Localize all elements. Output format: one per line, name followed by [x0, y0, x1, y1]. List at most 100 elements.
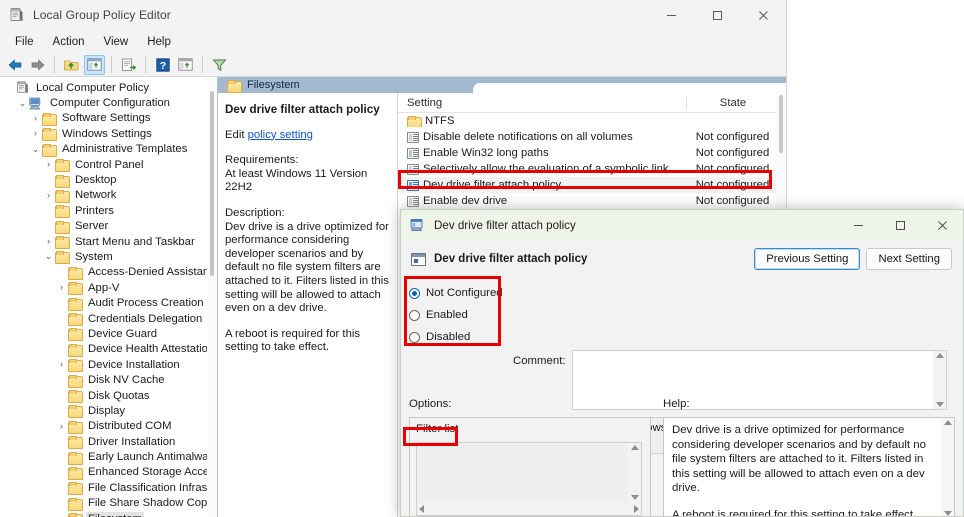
- edit-policy-setting-link[interactable]: policy setting: [248, 129, 313, 141]
- policy-state-radio-group[interactable]: Not Configured Enabled Disabled: [409, 282, 511, 348]
- tree-item[interactable]: ⌄ Computer Configuration: [0, 95, 217, 110]
- tree-item[interactable]: › Network: [0, 188, 217, 203]
- menu-view[interactable]: View: [95, 33, 138, 51]
- tree-item[interactable]: Display: [0, 403, 217, 419]
- column-header-state[interactable]: State: [686, 96, 779, 109]
- scroll-up-icon[interactable]: [943, 420, 952, 425]
- menu-help[interactable]: Help: [138, 33, 180, 51]
- chevron-right-icon[interactable]: ›: [55, 421, 68, 431]
- comment-textarea[interactable]: [572, 350, 947, 410]
- scroll-left-icon[interactable]: [419, 504, 424, 513]
- scroll-down-icon[interactable]: [935, 402, 944, 407]
- chevron-right-icon[interactable]: ›: [42, 237, 55, 246]
- settings-list-scrollbar-thumb[interactable]: [779, 95, 783, 153]
- chevron-down-icon[interactable]: ⌄: [42, 252, 55, 261]
- folder-icon: [68, 374, 83, 388]
- tree-item[interactable]: ⌄Filesystem: [0, 511, 217, 517]
- chevron-right-icon[interactable]: ›: [29, 129, 42, 138]
- minimize-button[interactable]: [648, 0, 694, 30]
- radio-option-not-configured[interactable]: Not Configured: [409, 282, 511, 304]
- tree-item[interactable]: Printers: [0, 203, 217, 219]
- properties-icon[interactable]: [175, 55, 196, 75]
- tree-item[interactable]: Disk NV Cache: [0, 372, 217, 388]
- tree-item[interactable]: Driver Installation: [0, 434, 217, 450]
- folder-icon: [68, 359, 83, 373]
- scroll-down-icon[interactable]: [630, 495, 639, 500]
- chevron-right-icon[interactable]: ›: [55, 283, 68, 292]
- settings-list-rows[interactable]: NTFS Disable delete notifications on all …: [398, 113, 786, 209]
- tree-item[interactable]: File Share Shadow Copy Pro: [0, 496, 217, 511]
- filter-icon[interactable]: [209, 55, 230, 75]
- tree-item[interactable]: › Distributed COM: [0, 419, 217, 434]
- export-list-icon[interactable]: [118, 55, 139, 75]
- chevron-down-icon[interactable]: ⌄: [16, 98, 29, 108]
- menu-file[interactable]: File: [6, 33, 43, 51]
- tree-item[interactable]: Local Computer Policy: [0, 80, 217, 95]
- scroll-up-icon[interactable]: [935, 353, 944, 358]
- scroll-up-icon[interactable]: [630, 445, 639, 450]
- maximize-button[interactable]: [694, 0, 740, 30]
- close-button[interactable]: [740, 0, 786, 30]
- tree-item[interactable]: › Device Installation: [0, 357, 217, 373]
- tree-item[interactable]: Server: [0, 219, 217, 234]
- tree-item[interactable]: Device Guard: [0, 326, 217, 342]
- settings-list-row[interactable]: Enable Win32 long paths Not configured: [398, 145, 786, 161]
- radio-button[interactable]: [409, 309, 420, 321]
- show-hide-console-tree-icon[interactable]: [84, 54, 105, 75]
- next-setting-button[interactable]: Next Setting: [866, 248, 952, 270]
- tree-item[interactable]: › Control Panel: [0, 157, 217, 173]
- comment-scrollbar[interactable]: [933, 351, 946, 409]
- policy-tree[interactable]: Local Computer Policy ⌄ Computer Configura…: [0, 77, 217, 517]
- tree-item[interactable]: ⌄ Administrative Templates: [0, 142, 217, 157]
- tree-item[interactable]: File Classification Infrastruc: [0, 480, 217, 496]
- tree-item[interactable]: Device Health Attestation S: [0, 342, 217, 357]
- scroll-right-icon[interactable]: [634, 504, 639, 513]
- settings-list-row[interactable]: Disable delete notifications on all volu…: [398, 129, 786, 145]
- tree-item[interactable]: › App-V: [0, 280, 217, 296]
- tree-item[interactable]: Desktop: [0, 172, 217, 188]
- filter-list-vertical-scrollbar[interactable]: [628, 443, 641, 502]
- menu-action[interactable]: Action: [44, 33, 94, 51]
- tree-item-label: System: [75, 250, 113, 263]
- chevron-right-icon[interactable]: ›: [42, 160, 55, 169]
- tree-item[interactable]: ⌄ System: [0, 249, 217, 265]
- tree-item[interactable]: Access-Denied Assistance: [0, 265, 217, 280]
- chevron-right-icon[interactable]: ›: [29, 113, 42, 123]
- column-header-setting[interactable]: Setting: [398, 97, 686, 109]
- filter-list-horizontal-scrollbar[interactable]: [417, 502, 641, 515]
- back-icon[interactable]: [4, 55, 25, 75]
- chevron-right-icon[interactable]: ›: [42, 190, 55, 200]
- help-scrollbar[interactable]: [941, 418, 954, 516]
- radio-button[interactable]: [409, 331, 420, 343]
- tree-vertical-scrollbar[interactable]: [207, 77, 217, 517]
- radio-option-enabled[interactable]: Enabled: [409, 304, 511, 326]
- settings-list-row[interactable]: Dev drive filter attach policy Not config…: [398, 177, 786, 193]
- tree-item[interactable]: Early Launch Antimalware: [0, 449, 217, 465]
- scroll-down-icon[interactable]: [943, 511, 952, 516]
- settings-list-row[interactable]: Selectively allow the evaluation of a sy…: [398, 161, 786, 177]
- tree-item[interactable]: › Windows Settings: [0, 126, 217, 142]
- forward-icon[interactable]: [27, 55, 48, 75]
- tree-item[interactable]: Credentials Delegation: [0, 311, 217, 327]
- tree-scrollbar-thumb[interactable]: [210, 91, 214, 276]
- tree-item[interactable]: Audit Process Creation: [0, 295, 217, 311]
- previous-setting-button[interactable]: Previous Setting: [754, 248, 861, 270]
- up-folder-icon[interactable]: [61, 55, 82, 75]
- radio-option-disabled[interactable]: Disabled: [409, 326, 511, 348]
- radio-button[interactable]: [409, 287, 420, 299]
- help-icon[interactable]: ?: [152, 55, 173, 75]
- filter-list-box[interactable]: [416, 442, 642, 516]
- help-panel[interactable]: Dev drive is a drive optimized for perfo…: [663, 417, 955, 516]
- folder-icon: [42, 128, 57, 142]
- tree-item[interactable]: Disk Quotas: [0, 388, 217, 403]
- tree-item[interactable]: › Start Menu and Taskbar: [0, 234, 217, 250]
- dialog-minimize-button[interactable]: [837, 210, 879, 240]
- dialog-maximize-button[interactable]: [879, 210, 921, 240]
- tree-item[interactable]: › Software Settings: [0, 111, 217, 126]
- settings-list-row[interactable]: NTFS: [398, 113, 786, 129]
- chevron-down-icon[interactable]: ⌄: [29, 144, 42, 154]
- dialog-close-button[interactable]: [921, 210, 963, 240]
- chevron-right-icon[interactable]: ›: [55, 360, 68, 369]
- settings-list-row[interactable]: Enable dev drive Not configured: [398, 193, 786, 209]
- tree-item[interactable]: Enhanced Storage Access: [0, 465, 217, 480]
